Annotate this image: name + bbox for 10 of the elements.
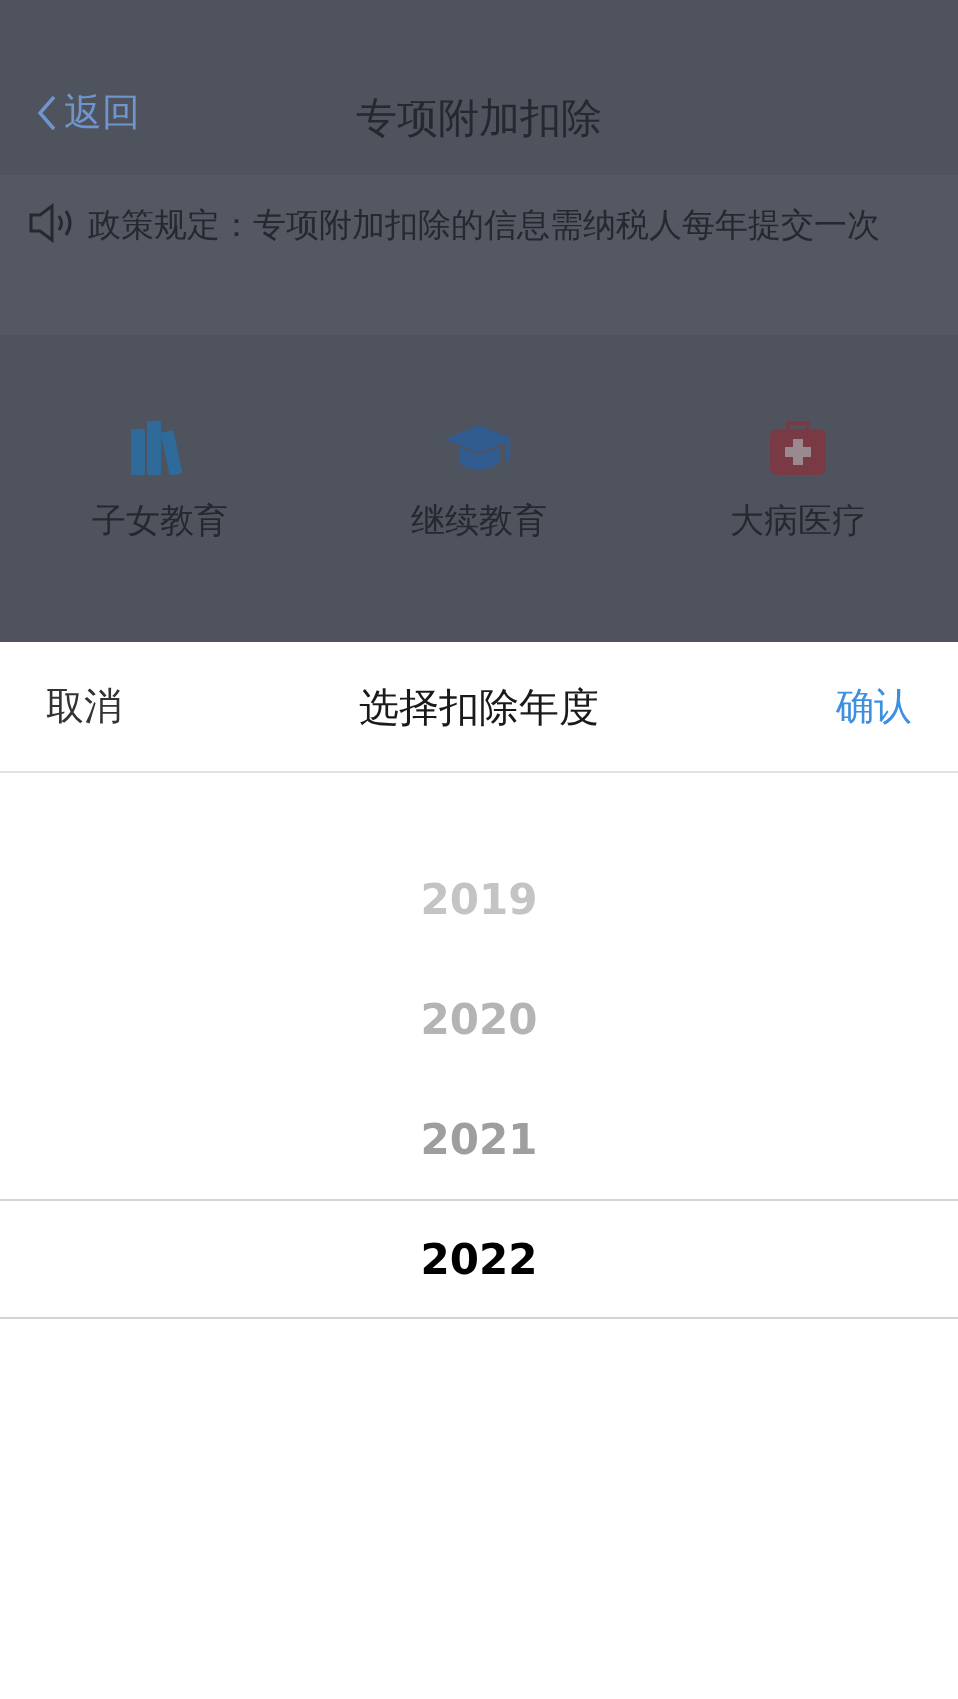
- chevron-left-icon: [36, 93, 58, 132]
- cancel-button[interactable]: 取消: [46, 678, 122, 735]
- confirm-button[interactable]: 确认: [836, 678, 912, 735]
- sheet-title: 选择扣除年度: [359, 682, 599, 732]
- year-option[interactable]: 2022: [0, 1199, 958, 1319]
- year-option[interactable]: 2019: [0, 839, 958, 959]
- first-aid-kit-icon: [768, 419, 829, 475]
- year-option[interactable]: 2020: [0, 959, 958, 1079]
- year-option[interactable]: 2021: [0, 1079, 958, 1199]
- back-button[interactable]: 返回: [36, 84, 140, 141]
